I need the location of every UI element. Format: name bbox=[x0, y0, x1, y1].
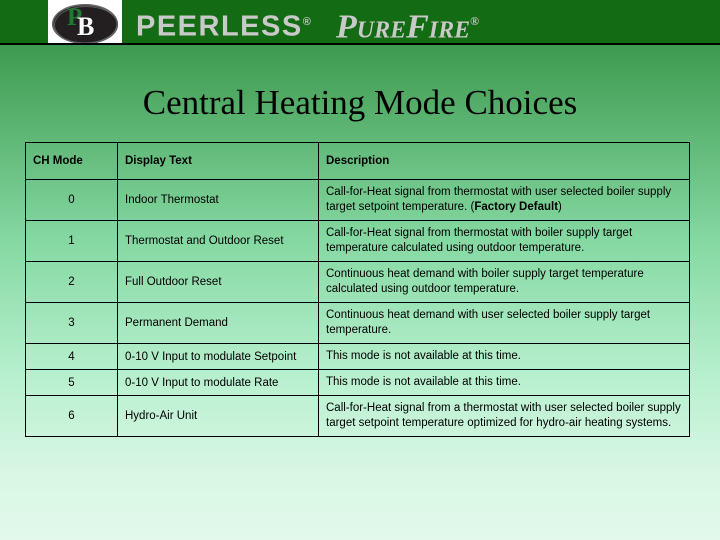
table-header-row: CH Mode Display Text Description bbox=[25, 142, 690, 180]
cell-display-text: Indoor Thermostat bbox=[117, 179, 319, 221]
table-row: 6 Hydro-Air Unit Call-for-Heat signal fr… bbox=[25, 395, 690, 437]
description-pre: Continuous heat demand with user selecte… bbox=[326, 309, 651, 336]
table-row: 4 0-10 V Input to modulate Setpoint This… bbox=[25, 343, 690, 370]
table-row: 3 Permanent Demand Continuous heat deman… bbox=[25, 302, 690, 344]
table-row: 5 0-10 V Input to modulate Rate This mod… bbox=[25, 369, 690, 396]
registered-trademark-icon: ® bbox=[302, 16, 311, 28]
table-row: 0 Indoor Thermostat Call-for-Heat signal… bbox=[25, 179, 690, 221]
cell-description: Continuous heat demand with user selecte… bbox=[318, 302, 690, 344]
cell-display-text: Permanent Demand bbox=[117, 302, 319, 344]
cell-ch-mode: 4 bbox=[25, 343, 118, 370]
description-pre: Continuous heat demand with boiler suppl… bbox=[326, 268, 644, 295]
brand-name-peerless: PEERLESS® bbox=[136, 4, 311, 43]
brand-banner: P B PEERLESS® PureFire® bbox=[0, 0, 720, 45]
cell-display-text: Hydro-Air Unit bbox=[117, 395, 319, 437]
page-title: Central Heating Mode Choices bbox=[142, 83, 578, 122]
cell-description: Continuous heat demand with boiler suppl… bbox=[318, 261, 690, 303]
brand-purefire-text: PureFire bbox=[336, 8, 471, 45]
brand-peerless-text: PEERLESS bbox=[136, 10, 303, 43]
description-pre: This mode is not available at this time. bbox=[326, 350, 521, 362]
slide-canvas: P B PEERLESS® PureFire® Central Heating … bbox=[0, 0, 720, 540]
cell-ch-mode: 2 bbox=[25, 261, 118, 303]
peerless-pb-logo: P B bbox=[48, 0, 122, 43]
column-header-description: Description bbox=[318, 142, 690, 180]
description-pre: Call-for-Heat signal from thermostat wit… bbox=[326, 227, 633, 254]
column-header-ch-mode: CH Mode bbox=[25, 142, 118, 180]
registered-trademark-icon-2: ® bbox=[470, 14, 480, 28]
cell-ch-mode: 5 bbox=[25, 369, 118, 396]
table-row: 2 Full Outdoor Reset Continuous heat dem… bbox=[25, 261, 690, 303]
cell-description: Call-for-Heat signal from a thermostat w… bbox=[318, 395, 690, 437]
logo-letter-b: B bbox=[77, 12, 95, 41]
cell-display-text: Full Outdoor Reset bbox=[117, 261, 319, 303]
column-header-display-text: Display Text bbox=[117, 142, 319, 180]
description-pre: This mode is not available at this time. bbox=[326, 376, 521, 388]
brand-name-purefire: PureFire® bbox=[336, 0, 480, 45]
cell-description: This mode is not available at this time. bbox=[318, 343, 690, 370]
ch-mode-table: CH Mode Display Text Description 0 Indoo… bbox=[25, 142, 690, 437]
table-row: 1 Thermostat and Outdoor Reset Call-for-… bbox=[25, 220, 690, 262]
cell-display-text: Thermostat and Outdoor Reset bbox=[117, 220, 319, 262]
cell-description: Call-for-Heat signal from thermostat wit… bbox=[318, 179, 690, 221]
description-emphasis: Factory Default bbox=[474, 201, 559, 213]
cell-ch-mode: 0 bbox=[25, 179, 118, 221]
cell-description: Call-for-Heat signal from thermostat wit… bbox=[318, 220, 690, 262]
cell-ch-mode: 6 bbox=[25, 395, 118, 437]
cell-description: This mode is not available at this time. bbox=[318, 369, 690, 396]
cell-display-text: 0-10 V Input to modulate Setpoint bbox=[117, 343, 319, 370]
description-post: ) bbox=[558, 201, 562, 213]
cell-display-text: 0-10 V Input to modulate Rate bbox=[117, 369, 319, 396]
cell-ch-mode: 3 bbox=[25, 302, 118, 344]
description-pre: Call-for-Heat signal from a thermostat w… bbox=[326, 402, 681, 429]
cell-ch-mode: 1 bbox=[25, 220, 118, 262]
